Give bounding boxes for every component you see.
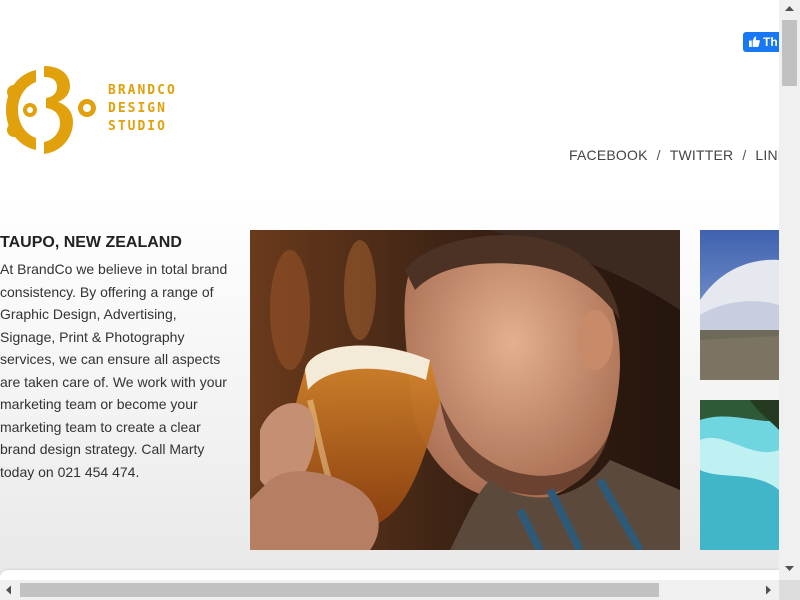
scroll-right-icon[interactable] [760, 580, 777, 600]
photo-man-drinking-beer-image [250, 230, 680, 550]
social-link-twitter[interactable]: TWITTER [670, 147, 734, 163]
nav-separator: / [656, 147, 661, 163]
bottom-card-edge [0, 570, 779, 580]
logo-line-design: DESIGN [108, 101, 167, 116]
facebook-thumb-icon [749, 36, 760, 47]
scrollbar-corner [779, 580, 800, 600]
vertical-scrollbar[interactable] [779, 0, 800, 580]
logo-wordmark: BRANDCO DESIGN STUDIO [108, 82, 177, 136]
logo-line-studio: STUDIO [108, 119, 167, 134]
scroll-down-icon[interactable] [779, 560, 800, 577]
vertical-scroll-thumb[interactable] [782, 20, 797, 86]
photo-man-drinking-beer[interactable] [250, 230, 680, 550]
social-link-linkedin[interactable]: LINK [755, 147, 779, 163]
photo-snowy-mountain[interactable] [700, 230, 779, 380]
social-nav: FACEBOOK / TWITTER / LINK [569, 147, 779, 163]
photo-snowy-mountain-image [700, 230, 779, 380]
brandco-logo-icon [6, 66, 96, 154]
location-heading: TAUPO, NEW ZEALAND [0, 234, 182, 251]
page-viewport: Th BRANDCO DESIGN STUDIO FACEBOOK / TWITTE… [0, 0, 779, 580]
brandco-logo[interactable]: BRANDCO DESIGN STUDIO [0, 62, 200, 158]
social-link-facebook[interactable]: FACEBOOK [569, 147, 648, 163]
logo-line-brandco: BRANDCO [108, 83, 177, 98]
horizontal-scroll-thumb[interactable] [20, 583, 659, 597]
photo-waterfall[interactable] [700, 400, 779, 550]
horizontal-scrollbar[interactable] [0, 580, 779, 600]
facebook-like-label: Th [763, 35, 778, 49]
scroll-up-icon[interactable] [779, 0, 800, 17]
facebook-like-button[interactable]: Th [743, 32, 779, 52]
photo-waterfall-image [700, 400, 779, 550]
nav-separator: / [742, 147, 747, 163]
intro-paragraph: At BrandCo we believe in total brand con… [0, 261, 228, 480]
scroll-left-icon[interactable] [0, 580, 17, 600]
intro-section: TAUPO, NEW ZEALAND At BrandCo we believe… [0, 232, 232, 483]
